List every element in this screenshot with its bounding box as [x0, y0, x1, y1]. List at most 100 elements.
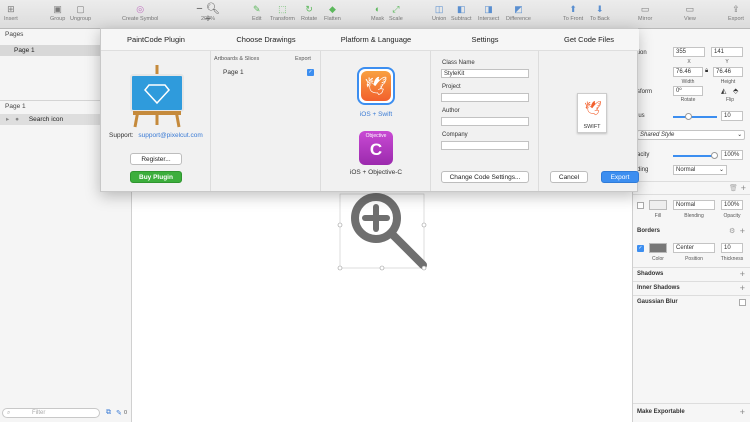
mirror-button[interactable]: ▭ Mirror — [638, 4, 652, 23]
author-input[interactable] — [441, 117, 529, 126]
intersect-button[interactable]: ◨ Intersect — [478, 4, 499, 23]
lock-icon[interactable]: 🔒︎ — [705, 68, 708, 75]
radius-slider-knob[interactable] — [685, 113, 692, 120]
company-input[interactable] — [441, 141, 529, 150]
transform-button[interactable]: ⬚ Transform — [270, 4, 295, 23]
buy-plugin-button[interactable]: Buy Plugin — [130, 171, 182, 183]
register-button[interactable]: Register... — [130, 153, 182, 165]
add-shadow-icon[interactable]: + — [740, 270, 745, 279]
x-field[interactable]: 355 — [673, 47, 705, 57]
add-export-icon[interactable]: + — [740, 408, 745, 417]
fills-header: 🗑︎ + — [633, 181, 750, 195]
company-label: Company — [442, 132, 468, 138]
group-button[interactable]: ▣ Group — [50, 4, 65, 23]
blending-select[interactable]: Normal ⌄ — [673, 165, 727, 175]
layers-icon[interactable]: ⧉ — [106, 409, 111, 417]
add-border-icon[interactable]: + — [740, 227, 745, 236]
border-checkbox[interactable]: ✓ — [637, 245, 644, 252]
view-button[interactable]: ▭ View — [684, 4, 696, 23]
to-front-button[interactable]: ⬆ To Front — [563, 4, 583, 23]
opacity-field[interactable]: 100% — [721, 150, 743, 160]
border-thickness-label: Thickness — [720, 256, 744, 262]
zoom-out-button[interactable]: − — [196, 3, 202, 15]
y-label: Y — [725, 59, 729, 65]
flip-horizontal-icon[interactable]: ◭ — [721, 87, 726, 95]
radius-field[interactable]: 10 — [721, 111, 743, 121]
ungroup-button[interactable]: ▢ Ungroup — [70, 4, 91, 23]
border-position-label: Position — [685, 256, 703, 262]
width-field[interactable]: 76.46 — [673, 67, 703, 77]
change-code-settings-button[interactable]: Change Code Settings... — [441, 171, 529, 183]
ios-objc-label[interactable]: iOS + Objective-C — [321, 169, 431, 176]
flatten-button[interactable]: ◆ Flatten — [324, 4, 341, 23]
flip-vertical-icon[interactable]: ⬘ — [733, 87, 738, 95]
create-symbol-button[interactable]: ◎ Create Symbol — [122, 4, 158, 23]
fill-color-swatch[interactable] — [649, 200, 667, 210]
border-position-select[interactable]: Center — [673, 243, 715, 253]
to-back-button[interactable]: ⬇ To Back — [590, 4, 610, 23]
step-paintcode: PaintCode Plugin — [101, 29, 211, 51]
swift-bird-icon: 🕊︎ — [584, 100, 602, 116]
inner-shadows-header: Inner Shadows — [637, 285, 680, 291]
y-field[interactable]: 141 — [711, 47, 743, 57]
trash-icon[interactable]: 🗑︎ — [729, 184, 738, 192]
inspector-panel: tion 355 141 X Y 76.46 🔒︎ 76.46 Width He… — [632, 29, 750, 422]
edit-button[interactable]: ✎ Edit — [252, 4, 261, 23]
export-toolbar-button[interactable]: ⇪ Export — [728, 4, 744, 23]
add-fill-icon[interactable]: + — [741, 184, 746, 193]
gear-icon[interactable]: ⚙︎ — [729, 227, 735, 235]
class-name-input[interactable]: StyleKit — [441, 69, 529, 78]
project-input[interactable] — [441, 93, 529, 102]
height-label: Height — [720, 79, 736, 85]
symbol-icon: ◎ — [136, 4, 145, 14]
fill-opacity-field[interactable]: 100% — [721, 200, 743, 210]
disclosure-icon[interactable]: ▸ — [6, 116, 9, 123]
width-label: Width — [681, 79, 695, 85]
height-field[interactable]: 76.46 — [713, 67, 743, 77]
drawing-item-label: Page 1 — [223, 69, 244, 76]
export-button[interactable]: Export — [601, 171, 639, 183]
search-icon-artwork[interactable] — [330, 190, 434, 272]
blur-header[interactable]: Gaussian Blur — [637, 299, 678, 305]
rotate-field[interactable]: 0º — [673, 86, 703, 96]
group-layer-icon: ● — [15, 116, 20, 123]
to-front-icon: ⬆ — [569, 4, 577, 14]
drawing-export-checkbox[interactable]: ✓ — [307, 69, 314, 76]
subtract-button[interactable]: ◧ Subtract — [451, 4, 471, 23]
difference-button[interactable]: ◩ Difference — [506, 4, 531, 23]
radius-label: ius — [637, 113, 645, 119]
border-thickness-field[interactable]: 10 — [721, 243, 743, 253]
artboards-header: Artboards & Slices — [214, 56, 260, 62]
ios-swift-label[interactable]: iOS + Swift — [321, 111, 431, 118]
shared-style-select[interactable]: Shared Style ⌄ — [637, 130, 745, 140]
insert-button[interactable]: ⊞ Insert — [4, 4, 18, 23]
add-inner-shadow-icon[interactable]: + — [740, 284, 745, 293]
zoom-icon: − 🔍︎ + — [196, 3, 220, 25]
pencil-icon[interactable]: ✎ — [116, 409, 122, 417]
union-button[interactable]: ◫ Union — [432, 4, 446, 23]
opacity-slider[interactable] — [673, 152, 718, 159]
fill-checkbox[interactable] — [637, 202, 644, 209]
blur-checkbox[interactable] — [739, 299, 746, 306]
swift-file-label: SWIFT — [583, 124, 601, 130]
scale-button[interactable]: ⤢ Scale — [389, 4, 403, 23]
fill-blending-label: Blending — [684, 213, 704, 219]
filter-input[interactable]: ⌕ Filter — [2, 408, 100, 418]
fill-blending-select[interactable]: Normal — [673, 200, 715, 210]
ios-objc-option[interactable]: Objective C — [359, 131, 393, 165]
mirror-icon: ▭ — [640, 4, 650, 14]
support-email-link[interactable]: support@pixelcut.com — [138, 132, 202, 139]
radius-slider[interactable] — [673, 113, 717, 120]
mask-button[interactable]: ◐ Mask — [371, 4, 384, 23]
border-color-swatch[interactable] — [649, 243, 667, 253]
export-column-header: Export — [295, 56, 311, 62]
step-platform: Platform & Language — [321, 29, 431, 51]
handle-bottom-left — [337, 265, 343, 271]
ios-swift-option[interactable]: 🕊︎ — [357, 67, 395, 105]
cancel-button[interactable]: Cancel — [550, 171, 588, 183]
rotate-label: Rotate — [680, 97, 696, 103]
difference-icon: ◩ — [514, 4, 523, 14]
rotate-button[interactable]: ↻ Rotate — [301, 4, 317, 23]
opacity-slider-knob[interactable] — [711, 152, 718, 159]
zoom-control[interactable]: − 🔍︎ +200% — [192, 3, 224, 25]
